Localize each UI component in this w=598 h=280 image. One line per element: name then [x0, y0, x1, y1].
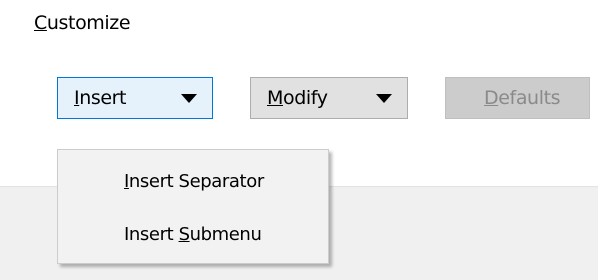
customize-label-text: ustomize [46, 12, 131, 34]
menu-item-insert-submenu[interactable]: Insert Submenu [124, 224, 262, 246]
modify-button[interactable]: Modify [250, 77, 408, 119]
defaults-mnemonic: D [484, 87, 499, 109]
menu-item-insert-separator[interactable]: Insert Separator [124, 171, 264, 193]
modify-button-label: odify [283, 87, 328, 109]
defaults-button[interactable]: Defaults [445, 77, 590, 119]
modify-mnemonic: M [267, 87, 283, 109]
customize-label: Customize [34, 11, 131, 35]
insert-button[interactable]: Insert [57, 77, 213, 119]
insert-button-label: nsert [79, 87, 127, 109]
menu-item-mnemonic: S [178, 224, 190, 245]
insert-dropdown-menu: Insert Separator Insert Submenu [57, 149, 329, 264]
menu-item-label: nsert Separator [128, 171, 264, 192]
defaults-button-label: efaults [498, 87, 561, 109]
chevron-down-icon [376, 94, 392, 103]
chevron-down-icon [181, 94, 197, 103]
customize-mnemonic: C [34, 12, 47, 34]
menu-item-prefix: Insert [124, 224, 179, 245]
menu-item-label: ubmenu [189, 224, 262, 245]
